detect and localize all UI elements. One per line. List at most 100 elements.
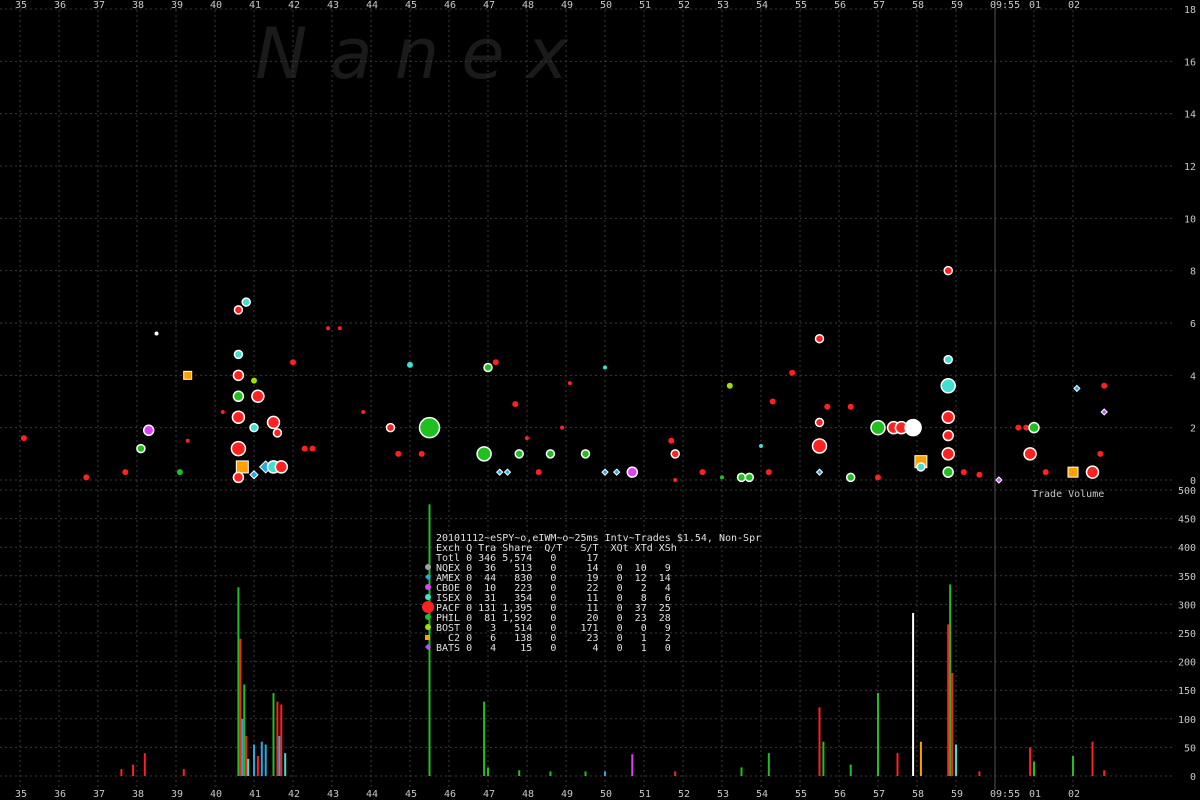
- data-point: [1067, 466, 1079, 478]
- volume-bar: [1033, 761, 1035, 776]
- volume-bar: [822, 741, 825, 776]
- data-point: [20, 435, 27, 442]
- volume-bar: [247, 758, 250, 776]
- data-point: [220, 409, 225, 414]
- data-point: [233, 305, 244, 315]
- x-tick-label-bottom: 52: [678, 789, 690, 800]
- volume-bar: [584, 771, 587, 776]
- volume-bar: [264, 744, 267, 776]
- x-tick-label-top: 35: [15, 0, 27, 11]
- x-tick-label-bottom: 36: [54, 789, 66, 800]
- volume-bar: [278, 735, 281, 776]
- y-tick-label-volume: 350: [1178, 572, 1196, 583]
- volume-bar: [951, 673, 954, 776]
- data-point: [176, 469, 183, 476]
- data-point: [183, 370, 193, 380]
- data-point: [580, 449, 591, 459]
- data-point: [765, 469, 772, 476]
- data-point: [814, 417, 825, 428]
- data-point: [231, 410, 246, 424]
- data-point: [233, 349, 244, 360]
- data-point: [232, 369, 245, 382]
- x-tick-label-bottom: 58: [912, 789, 924, 800]
- data-point: [875, 474, 881, 481]
- legend-swatch: [425, 564, 431, 570]
- volume-bar: [767, 753, 770, 776]
- x-tick-label-bottom: 44: [366, 789, 378, 800]
- volume-bar: [120, 769, 123, 776]
- x-tick-label-top: 42: [288, 0, 300, 11]
- data-point: [395, 450, 402, 457]
- x-tick-label-bottom: 42: [288, 789, 300, 800]
- volume-bar: [631, 754, 634, 776]
- volume-bar: [245, 735, 248, 776]
- data-point: [789, 369, 796, 376]
- volume-bar: [896, 753, 899, 776]
- volume-bar: [912, 612, 915, 776]
- volume-bar: [239, 638, 242, 776]
- grid: [0, 0, 1175, 790]
- data-point: [476, 446, 492, 462]
- y-tick-label: 14: [1184, 110, 1196, 121]
- data-point: [976, 471, 983, 478]
- data-point: [960, 469, 967, 476]
- data-point: [942, 466, 954, 478]
- volume-bar: [276, 701, 279, 776]
- data-point: [512, 401, 519, 408]
- volume-bar: [978, 771, 981, 776]
- data-point: [535, 469, 542, 476]
- data-point: [814, 333, 825, 344]
- info-table: 20101112~eSPY~o,eIWM~o~25ms Intv~Trades …: [422, 533, 761, 654]
- volume-bar: [487, 767, 489, 776]
- data-point: [612, 468, 621, 476]
- data-point: [235, 460, 249, 474]
- legend-swatch: [425, 614, 431, 620]
- x-tick-label-bottom: 39: [171, 789, 183, 800]
- legend-swatch: [425, 624, 431, 630]
- data-point: [995, 476, 1003, 484]
- legend-swatch: [422, 601, 434, 613]
- data-point: [266, 415, 281, 430]
- x-tick-label-top: 54: [756, 0, 768, 11]
- data-point: [301, 445, 308, 452]
- x-tick-label-top: 45: [405, 0, 417, 11]
- y-tick-label-volume: 400: [1178, 543, 1196, 554]
- x-tick-label-bottom: 41: [249, 789, 261, 800]
- x-tick-label-top: 44: [366, 0, 378, 11]
- x-tick-label-bottom: 37: [93, 789, 105, 800]
- x-tick-label-top: 56: [834, 0, 846, 11]
- x-tick-label-bottom: 50: [600, 789, 612, 800]
- volume-bar: [604, 771, 606, 776]
- data-point: [251, 389, 265, 404]
- data-point: [337, 326, 342, 331]
- x-tick-label-top: 37: [93, 0, 105, 11]
- data-point: [483, 362, 493, 373]
- volume-bar: [284, 753, 287, 776]
- data-point: [845, 472, 856, 483]
- volume-bar: [919, 741, 922, 776]
- x-tick-label-bottom: 55: [795, 789, 807, 800]
- data-point: [769, 398, 776, 405]
- data-point: [1028, 421, 1040, 434]
- data-point: [940, 378, 956, 394]
- volume-bar: [143, 753, 146, 776]
- data-point: [495, 468, 504, 476]
- y-tick-label-volume: 300: [1178, 600, 1196, 611]
- x-tick-label-top: 38: [132, 0, 144, 11]
- x-tick-label-bottom: 49: [561, 789, 573, 800]
- y-tick-label: 12: [1184, 162, 1196, 173]
- volume-bar: [1103, 770, 1106, 776]
- data-point: [811, 438, 828, 454]
- volume-bar: [241, 718, 244, 776]
- volume-bar: [1072, 755, 1074, 776]
- volume-bar: [674, 771, 677, 776]
- data-point: [230, 440, 247, 457]
- volume-bar: [280, 704, 283, 776]
- data-point: [726, 382, 733, 389]
- y-tick-label-volume: 250: [1178, 629, 1196, 640]
- y-tick-label-volume: 450: [1178, 515, 1196, 526]
- data-point: [154, 331, 159, 336]
- x-tick-label-top: 47: [483, 0, 495, 11]
- volume-bar: [243, 684, 246, 776]
- volume-bar: [483, 701, 486, 776]
